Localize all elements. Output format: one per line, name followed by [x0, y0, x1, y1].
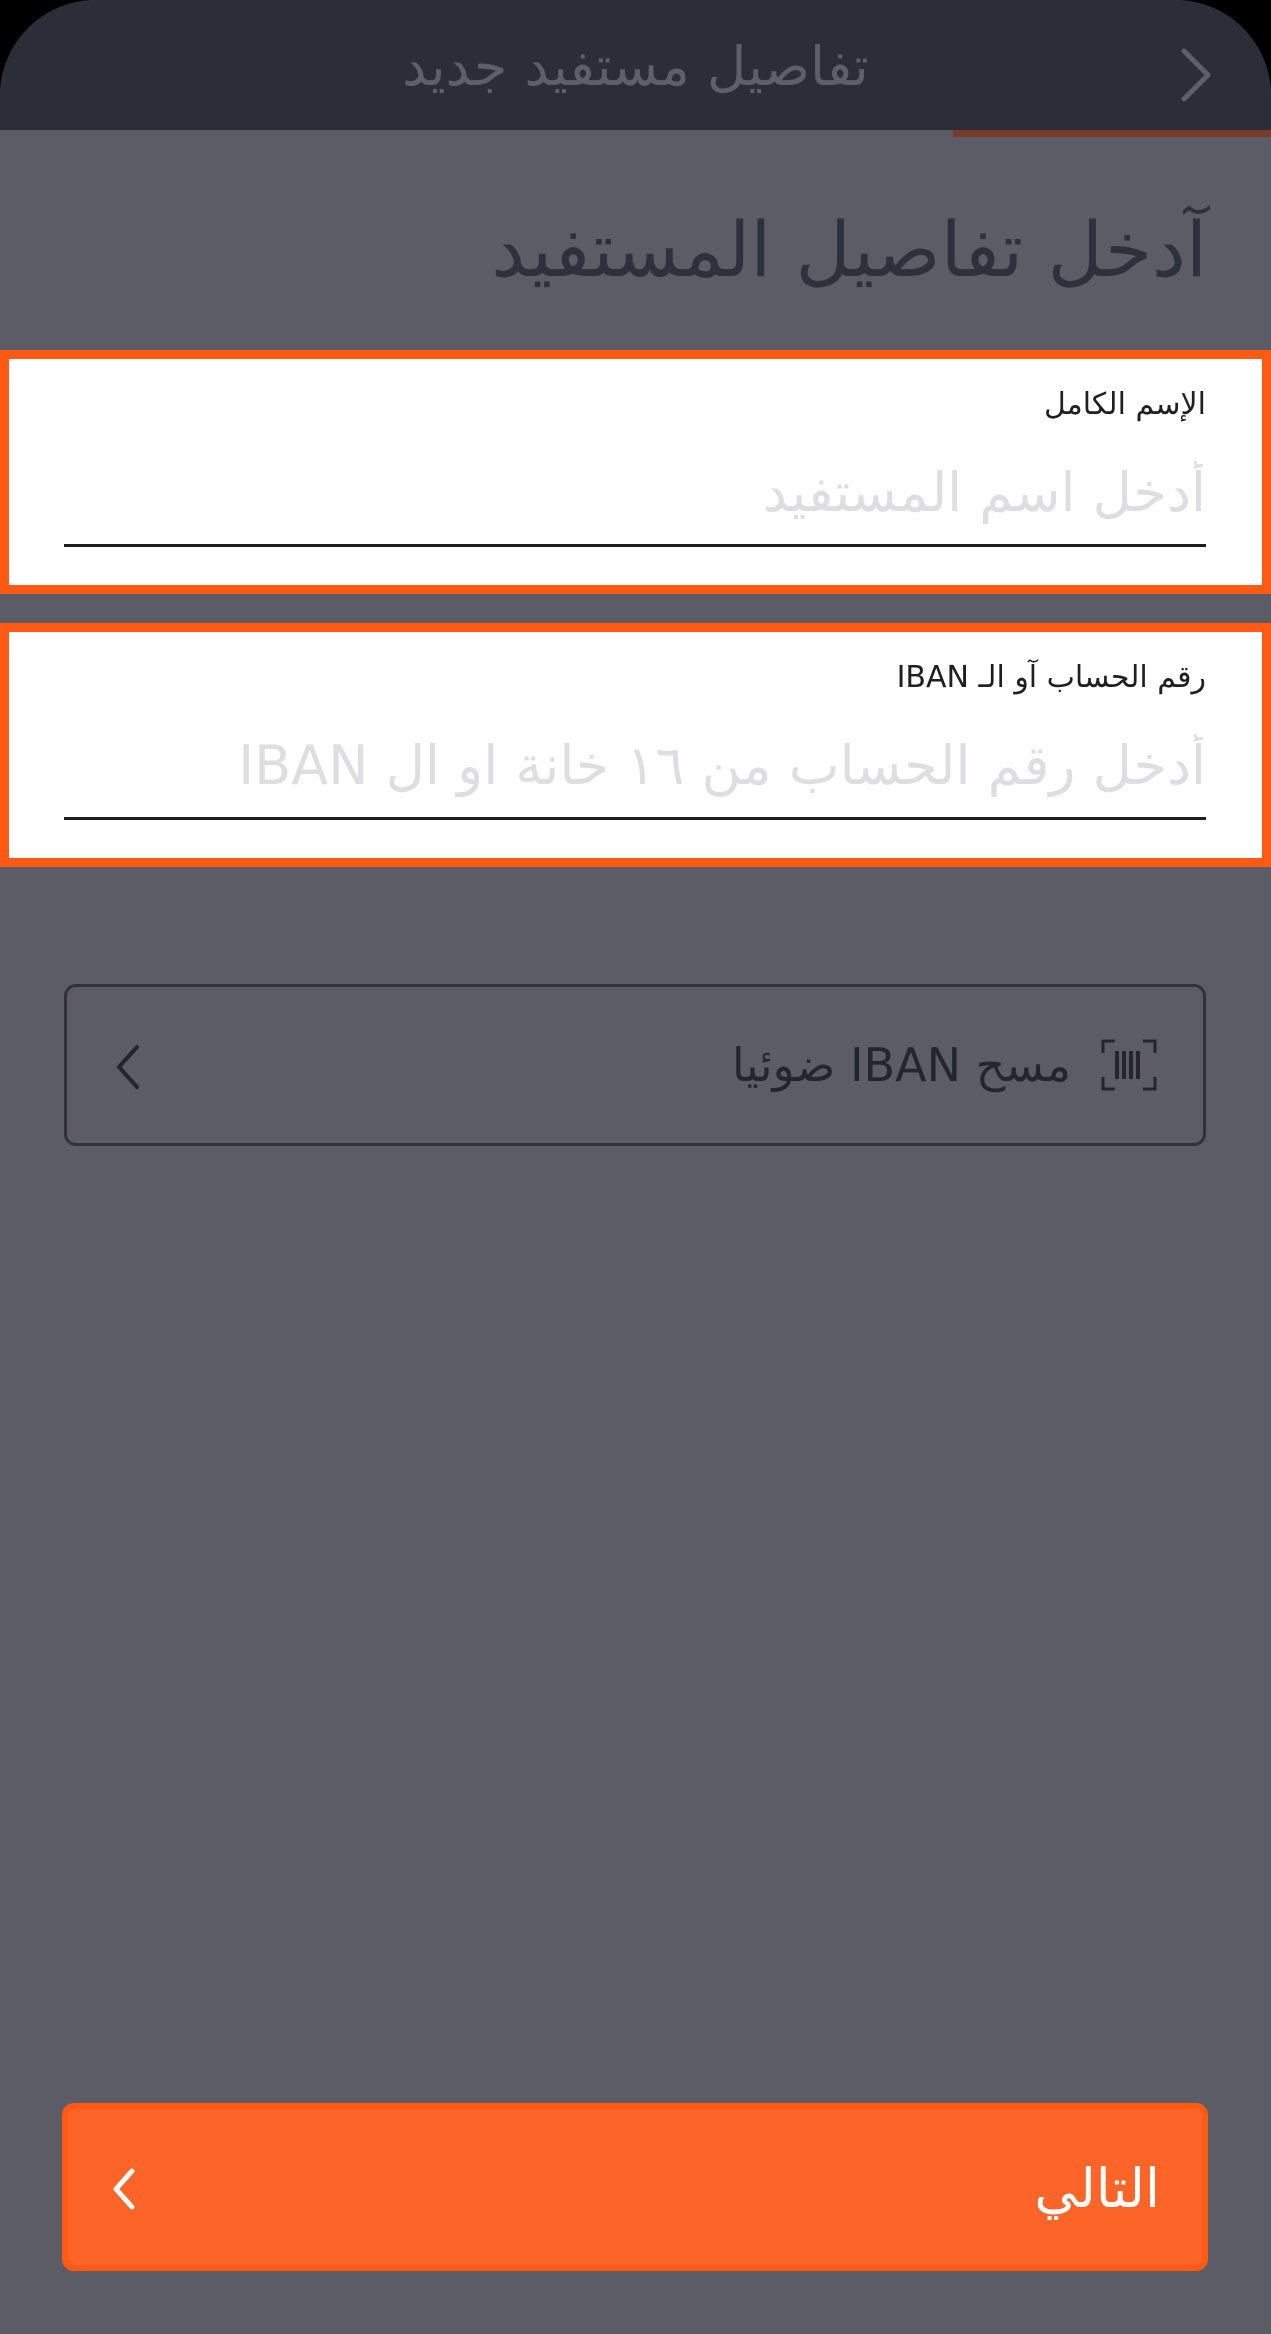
full-name-label: الإسم الكامل — [1043, 387, 1206, 422]
header-bar: تفاصيل مستفيد جديد — [0, 0, 1271, 130]
full-name-input[interactable] — [64, 441, 1206, 547]
chevron-left-icon — [113, 2168, 135, 2210]
chevron-left-icon — [117, 1045, 139, 1089]
full-name-field: الإسم الكامل — [0, 350, 1271, 594]
back-button[interactable] — [1161, 40, 1231, 110]
barcode-scan-icon — [1101, 1039, 1157, 1091]
scan-iban-button[interactable]: مسح IBAN ضوئيا — [64, 984, 1206, 1146]
screen: تفاصيل مستفيد جديد آدخل تفاصيل المستفيد … — [0, 0, 1271, 2334]
iban-input[interactable] — [64, 714, 1206, 820]
next-button-label: التالي — [1034, 2157, 1160, 2220]
iban-field: رقم الحساب آو الـ IBAN — [0, 623, 1271, 867]
iban-label: رقم الحساب آو الـ IBAN — [896, 660, 1206, 695]
header-title: تفاصيل مستفيد جديد — [402, 35, 869, 98]
chevron-right-icon — [1181, 48, 1211, 102]
progress-indicator — [953, 130, 1271, 137]
scan-iban-label: مسح IBAN ضوئيا — [731, 1038, 1071, 1092]
next-button[interactable]: التالي — [62, 2103, 1208, 2271]
page-title: آدخل تفاصيل المستفيد — [491, 205, 1207, 294]
